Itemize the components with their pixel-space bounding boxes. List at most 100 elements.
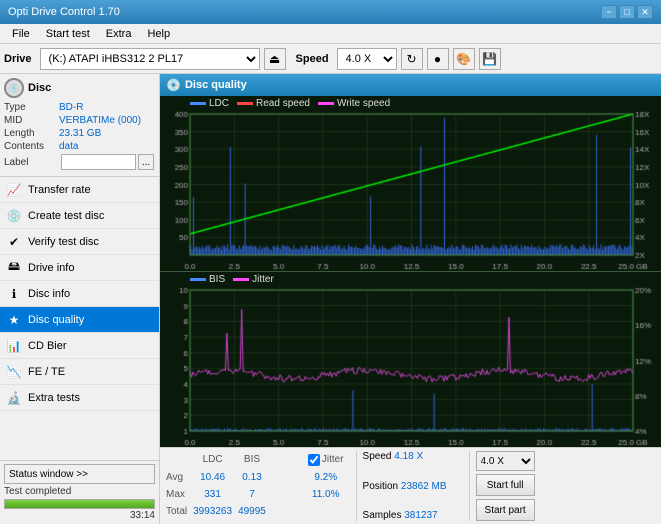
progress-time: 33:14 [4,510,155,521]
max-label: Max [166,487,193,504]
app-title: Opti Drive Control 1.70 [8,6,120,18]
samples-row: Samples 381237 [363,510,463,521]
drive-toolbar: Drive (K:) ATAPI iHBS312 2 PL17 ⏏ Speed … [0,44,661,74]
stats-table: LDC BIS Jitter Avg 10.46 0.13 9.2 [166,451,350,521]
nav-verify-test-disc-label: Verify test disc [28,236,99,248]
speed-select[interactable]: 4.0 X [337,48,397,70]
ldc-legend-label: LDC [209,98,229,109]
status-window-button[interactable]: Status window >> [4,464,155,484]
nav-drive-info-label: Drive info [28,262,74,274]
length-value: 23.31 GB [59,128,155,139]
read-speed-legend-color [237,102,253,105]
total-label: Total [166,504,193,521]
write-speed-legend-color [318,102,334,105]
position-label: Position [363,481,399,492]
status-text: Test completed [4,486,155,497]
disc-type-row: Type BD-R [4,102,155,113]
speed-label: Speed [296,53,329,65]
menu-bar: File Start test Extra Help [0,24,661,44]
quality-header: 💿 Disc quality [160,74,661,96]
nav-drive-info[interactable]: 🖴 Drive info [0,255,159,281]
refresh-button[interactable]: ↻ [401,48,423,70]
bottom-legend: BIS Jitter [190,274,274,285]
record-button[interactable]: ● [427,48,449,70]
drive-label: Drive [4,53,32,65]
disc-header: 💿 Disc [4,78,155,98]
start-part-button[interactable]: Start part [476,499,535,521]
disc-icon: 💿 [4,78,24,98]
disc-label-row: Label ... [4,154,155,170]
maximize-button[interactable]: □ [619,5,635,19]
speed-select-2[interactable]: 4.0 X [476,451,535,471]
disc-quality-icon: ★ [6,312,22,328]
write-speed-legend-label: Write speed [337,98,390,109]
bis-header: BIS [238,451,272,470]
disc-info-table: Type BD-R MID VERBATIMe (000) Length 23.… [4,102,155,170]
status-section: Status window >> Test completed 33:14 [0,460,159,524]
jitter-header-label: Jitter [322,454,344,465]
label-input[interactable] [61,154,136,170]
progress-bar-fill [5,500,154,508]
nav-fe-te-label: FE / TE [28,366,65,378]
avg-bis: 0.13 [238,470,272,487]
window-controls: − □ ✕ [601,5,653,19]
right-panel: 💿 Disc quality LDC Read speed [160,74,661,524]
drive-select[interactable]: (K:) ATAPI iHBS312 2 PL17 [40,48,260,70]
ldc-header: LDC [193,451,238,470]
main-layout: 💿 Disc Type BD-R MID VERBATIMe (000) Len… [0,74,661,524]
quality-icon: 💿 [166,78,181,92]
start-full-button[interactable]: Start full [476,474,535,496]
close-button[interactable]: ✕ [637,5,653,19]
jitter-checkbox[interactable] [308,454,320,466]
speed-value: 4.18 X [394,451,423,462]
speed-row: Speed 4.18 X [363,451,463,462]
read-speed-legend-label: Read speed [256,98,310,109]
nav-extra-tests-label: Extra tests [28,392,80,404]
stats-divider-2 [469,451,470,521]
disc-contents-row: Contents data [4,141,155,152]
nav-cd-bier[interactable]: 📊 CD Bier [0,333,159,359]
mid-value: VERBATIMe (000) [59,115,155,126]
nav-disc-info[interactable]: ℹ Disc info [0,281,159,307]
menu-extra[interactable]: Extra [98,26,140,42]
contents-label: Contents [4,141,59,152]
menu-help[interactable]: Help [139,26,178,42]
bis-legend-label: BIS [209,274,225,285]
nav-transfer-rate[interactable]: 📈 Transfer rate [0,177,159,203]
top-chart [160,96,661,271]
max-jitter: 11.0% [292,487,350,504]
save-button[interactable]: 💾 [479,48,501,70]
position-value: 23862 MB [401,481,447,492]
title-bar: Opti Drive Control 1.70 − □ ✕ [0,0,661,24]
nav-extra-tests[interactable]: 🔬 Extra tests [0,385,159,411]
write-speed-legend: Write speed [318,98,390,109]
left-panel: 💿 Disc Type BD-R MID VERBATIMe (000) Len… [0,74,160,524]
jitter-legend-color [233,278,249,281]
jitter-legend: Jitter [233,274,274,285]
transfer-rate-icon: 📈 [6,182,22,198]
action-section: 4.0 X Start full Start part [476,451,535,521]
nav-disc-quality-label: Disc quality [28,314,84,326]
contents-value: data [59,141,155,152]
speed-label: Speed [363,451,392,462]
avg-ldc: 10.46 [193,470,238,487]
label-browse-button[interactable]: ... [138,154,154,170]
menu-start-test[interactable]: Start test [38,26,98,42]
eject-button[interactable]: ⏏ [264,48,286,70]
fe-te-icon: 📉 [6,364,22,380]
top-legend: LDC Read speed Write speed [190,98,390,109]
disc-info-icon: ℹ [6,286,22,302]
palette-button[interactable]: 🎨 [453,48,475,70]
nav-disc-quality[interactable]: ★ Disc quality [0,307,159,333]
nav-create-test-disc[interactable]: 💿 Create test disc [0,203,159,229]
type-value: BD-R [59,102,155,113]
avg-label: Avg [166,470,193,487]
bottom-chart [160,272,661,447]
nav-verify-test-disc[interactable]: ✔ Verify test disc [0,229,159,255]
nav-disc-info-label: Disc info [28,288,70,300]
minimize-button[interactable]: − [601,5,617,19]
menu-file[interactable]: File [4,26,38,42]
charts-area: LDC Read speed Write speed [160,96,661,447]
nav-fe-te[interactable]: 📉 FE / TE [0,359,159,385]
samples-value: 381237 [404,510,437,521]
